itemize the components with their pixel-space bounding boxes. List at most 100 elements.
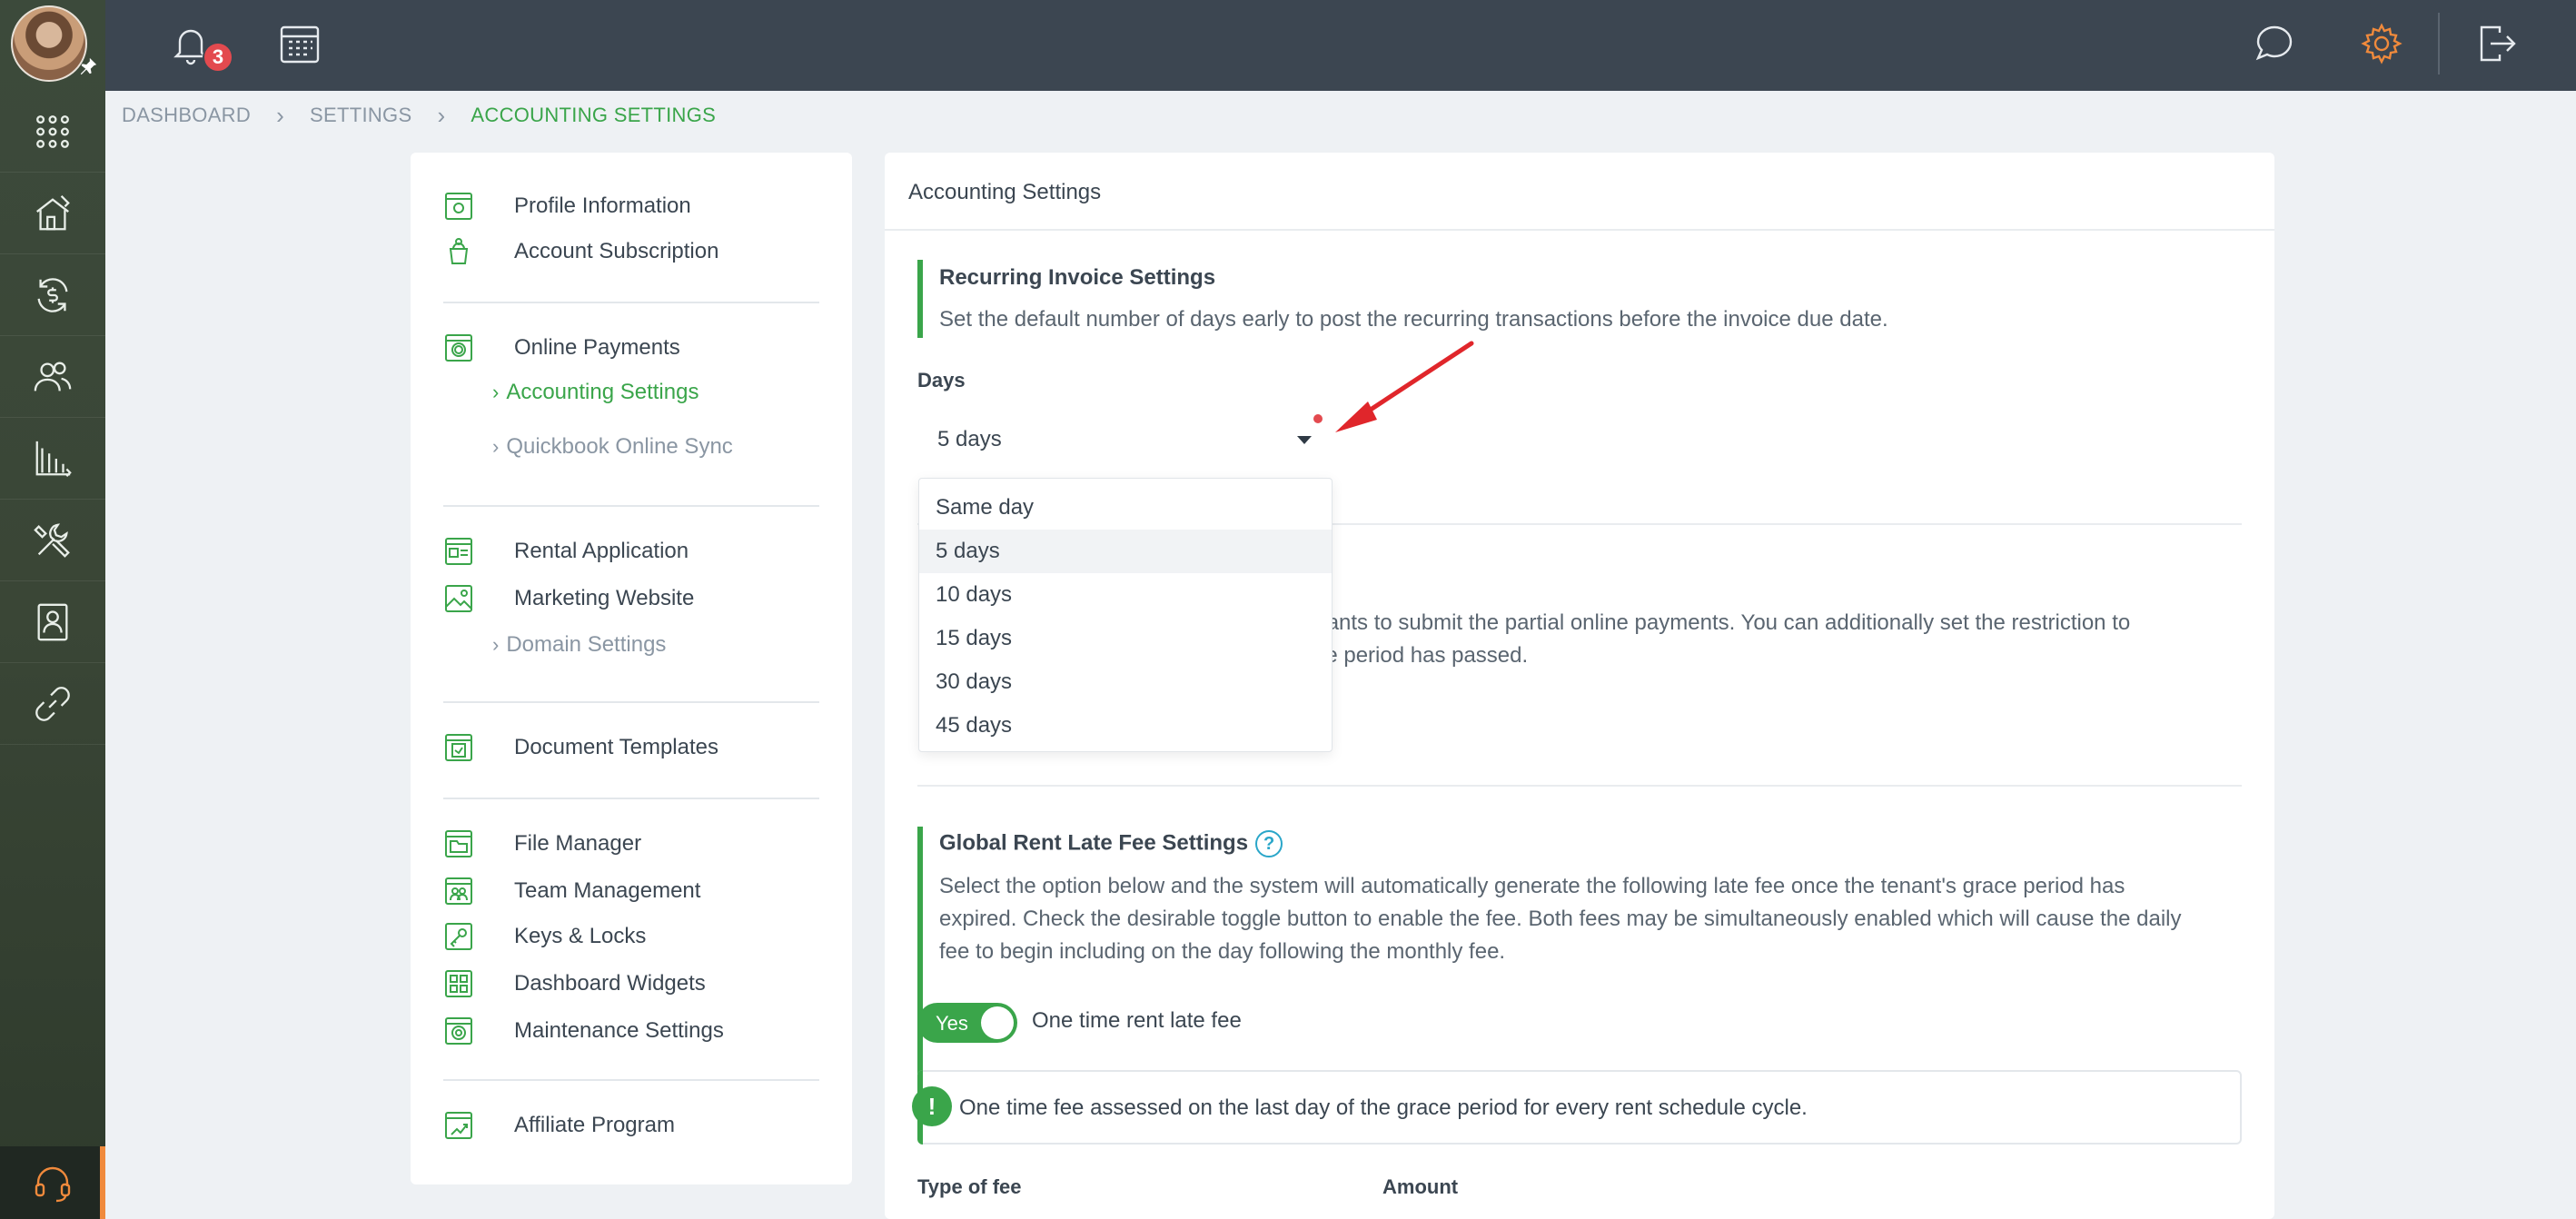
title-divider [885,229,2274,231]
chat-icon [2255,25,2293,61]
page-title: Accounting Settings [908,180,1102,204]
affiliate-icon [443,1110,474,1141]
one-time-late-fee-toggle[interactable]: Yes [917,1003,1017,1043]
nav-label: Profile Information [514,193,691,218]
maintenance-icon[interactable] [0,500,105,581]
nav-divider [443,505,819,507]
days-select[interactable]: 5 days [917,403,1332,476]
nav-file-manager[interactable]: File Manager [443,828,641,859]
days-option[interactable]: 30 days [919,660,1332,704]
nav-team-management[interactable]: Team Management [443,876,700,907]
maintenance-settings-icon [443,1016,474,1046]
logout-icon [2480,25,2516,62]
nav-label: Marketing Website [514,586,695,610]
breadcrumb-settings[interactable]: SETTINGS [310,104,411,127]
section-accent-bar [917,260,923,338]
nav-affiliate-program[interactable]: Affiliate Program [443,1110,675,1141]
headset-icon [35,1166,71,1203]
breadcrumb: DASHBOARD › SETTINGS › ACCOUNTING SETTIN… [122,101,716,129]
late-fee-description-line2: expired. Check the desirable toggle butt… [939,907,2182,931]
top-bar: 3 [105,0,2576,91]
settings-button[interactable] [2354,16,2409,71]
payments-settings-icon [443,332,474,363]
left-sidebar [0,0,105,1219]
nav-accounting-settings[interactable]: › Accounting Settings [492,380,698,405]
nav-maintenance-settings[interactable]: Maintenance Settings [443,1016,724,1046]
nav-marketing-website[interactable]: Marketing Website [443,583,694,614]
toggle-label: Yes [936,1012,968,1035]
nav-label: Document Templates [514,735,718,759]
nav-label: File Manager [514,831,642,856]
red-annotation-arrow [1335,341,1474,432]
key-icon [443,921,474,952]
pin-icon[interactable] [78,56,98,76]
property-icon[interactable] [0,173,105,254]
caret-down-icon [1297,436,1312,444]
active-indicator [100,1146,105,1219]
profile-icon [443,191,474,222]
user-avatar[interactable] [11,5,87,82]
nav-label: Keys & Locks [514,924,647,948]
nav-divider [443,701,819,703]
nav-label: Affiliate Program [514,1113,675,1137]
partial-payments-description-line1: enants to submit the partial online paym… [1303,610,2131,635]
nav-label: Rental Application [514,539,689,563]
application-icon [443,536,474,567]
nav-quickbook-online-sync[interactable]: › Quickbook Online Sync [492,434,733,460]
logout-button[interactable] [2469,16,2523,71]
nav-label: Accounting Settings [506,380,699,404]
image-icon [443,583,474,614]
nav-divider [443,302,819,303]
settings-nav: Profile Information Account Subscription… [411,153,852,1184]
required-indicator [1313,414,1323,423]
team-icon [443,876,474,907]
days-option[interactable]: 45 days [919,704,1332,748]
recurring-invoice-description: Set the default number of days early to … [939,307,1888,332]
nav-label: Dashboard Widgets [514,971,706,996]
subscription-icon [443,236,474,267]
days-option[interactable]: Same day [919,486,1332,530]
chevron-right-icon: › [437,101,446,129]
nav-divider [443,1079,819,1081]
calendar-button[interactable] [272,16,327,71]
late-fee-title: Global Rent Late Fee Settings? [939,830,1283,857]
breadcrumb-dashboard[interactable]: DASHBOARD [122,104,251,127]
chat-button[interactable] [2247,16,2302,71]
top-separator [2438,13,2440,74]
late-fee-description-line1: Select the option below and the system w… [939,874,2125,898]
reports-icon[interactable] [0,418,105,500]
nav-profile-information[interactable]: Profile Information [443,191,691,222]
nav-account-subscription[interactable]: Account Subscription [443,236,718,267]
calendar-icon [280,25,320,64]
nav-rental-application[interactable]: Rental Application [443,536,689,567]
chevron-right-icon: › [492,381,500,403]
nav-document-templates[interactable]: Document Templates [443,732,718,763]
support-button[interactable] [0,1146,105,1219]
days-option-selected[interactable]: 5 days [919,530,1332,573]
payments-icon[interactable] [0,254,105,336]
document-icon [443,732,474,763]
nav-label: Team Management [514,878,701,903]
nav-online-payments[interactable]: Online Payments [443,332,680,363]
integrations-icon[interactable] [0,663,105,745]
gear-icon [2361,23,2403,64]
days-option[interactable]: 10 days [919,573,1332,617]
days-label: Days [917,369,966,391]
partial-payments-description-line2: ace period has passed. [1303,643,1529,668]
nav-label: Quickbook Online Sync [506,434,733,459]
nav-label: Account Subscription [514,239,719,263]
tenant-icon[interactable] [0,581,105,663]
days-dropdown-menu: Same day 5 days 10 days 15 days 30 days … [918,478,1333,752]
nav-label: Domain Settings [506,632,667,657]
contacts-icon[interactable] [0,336,105,418]
late-fee-description-line3: fee to begin including on the day follow… [939,939,1506,964]
nav-keys-locks[interactable]: Keys & Locks [443,921,646,952]
days-option[interactable]: 15 days [919,617,1332,660]
help-icon[interactable]: ? [1255,830,1283,857]
apps-grid-icon[interactable] [0,91,105,173]
chevron-right-icon: › [492,435,500,458]
late-fee-title-text: Global Rent Late Fee Settings [939,830,1249,856]
nav-label: Maintenance Settings [514,1018,724,1043]
nav-domain-settings[interactable]: › Domain Settings [492,632,666,658]
nav-dashboard-widgets[interactable]: Dashboard Widgets [443,968,706,999]
